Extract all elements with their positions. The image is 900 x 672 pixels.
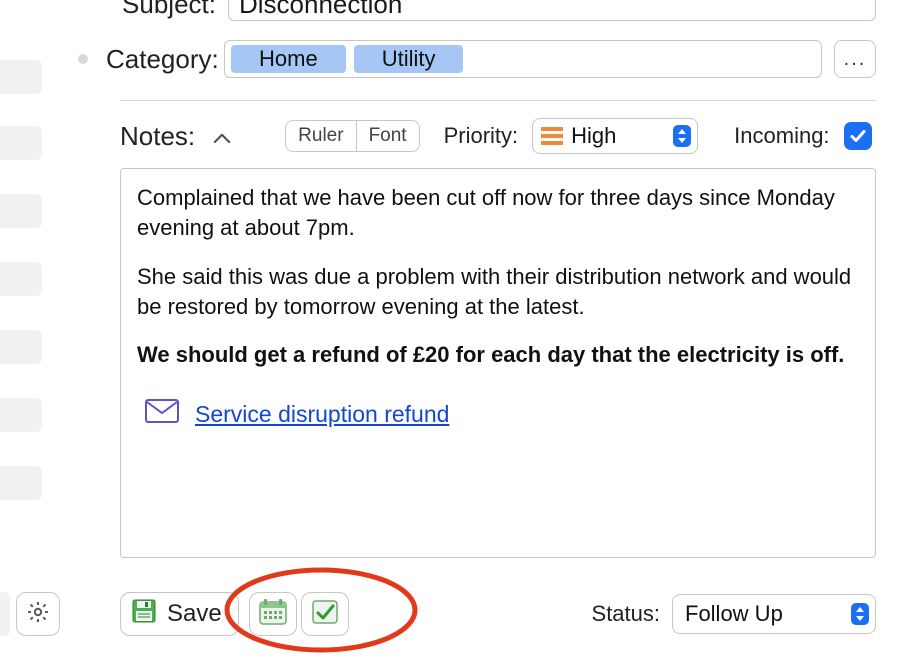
priority-high-icon — [541, 127, 563, 145]
notes-attachment-row: Service disruption refund — [137, 399, 859, 431]
subject-label: Subject: — [58, 0, 228, 20]
ruler-button[interactable]: Ruler — [286, 121, 355, 151]
checkmark-note-icon — [310, 598, 340, 631]
incoming-checkbox[interactable] — [844, 122, 872, 150]
bottom-toolbar: Save — [0, 590, 876, 638]
notes-textarea[interactable]: Complained that we have been cut off now… — [120, 168, 876, 558]
category-more-button[interactable]: ... — [834, 40, 876, 78]
notes-paragraph-1: Complained that we have been cut off now… — [137, 183, 859, 244]
calendar-button[interactable] — [249, 592, 297, 636]
category-indicator-dot — [78, 54, 88, 64]
status-select[interactable]: Follow Up — [672, 594, 876, 634]
notes-header-row: Notes: Ruler Font Priority: High Incomin… — [120, 118, 876, 154]
left-rail — [0, 0, 58, 672]
chevron-up-icon[interactable] — [213, 131, 231, 141]
main-panel: Subject: Category: Home Utility ... Note… — [58, 0, 900, 672]
divider — [120, 100, 876, 101]
dropdown-arrows-icon — [851, 603, 869, 625]
incoming-label: Incoming: — [734, 123, 829, 149]
ellipsis-icon: ... — [844, 48, 867, 71]
subject-row: Subject: — [58, 0, 876, 22]
text-format-segmented: Ruler Font — [285, 120, 419, 152]
priority-label: Priority: — [444, 123, 519, 149]
status-wrap: Status: Follow Up — [592, 594, 876, 634]
status-value: Follow Up — [685, 601, 851, 627]
category-tag-utility[interactable]: Utility — [354, 45, 464, 73]
subject-input[interactable] — [228, 0, 876, 21]
settings-button[interactable] — [16, 592, 60, 636]
status-label: Status: — [592, 601, 660, 627]
floppy-disk-icon — [131, 598, 157, 631]
task-button[interactable] — [301, 592, 349, 636]
notes-paragraph-3: We should get a refund of £20 for each d… — [137, 340, 859, 370]
category-tag-home[interactable]: Home — [231, 45, 346, 73]
notes-paragraph-2: She said this was due a problem with the… — [137, 262, 859, 323]
font-button[interactable]: Font — [356, 121, 419, 151]
save-button-label: Save — [167, 600, 222, 628]
category-row: Category: Home Utility ... — [58, 40, 876, 78]
gear-icon — [26, 600, 50, 629]
refund-link[interactable]: Service disruption refund — [195, 399, 449, 431]
calendar-icon — [258, 598, 288, 631]
mail-icon — [145, 399, 179, 431]
category-field[interactable]: Home Utility — [224, 40, 822, 78]
dropdown-arrows-icon — [673, 125, 691, 147]
save-button[interactable]: Save — [120, 592, 239, 636]
notes-label: Notes: — [120, 121, 195, 152]
category-label: Category: — [106, 44, 224, 75]
priority-value: High — [571, 123, 665, 149]
priority-select[interactable]: High — [532, 118, 698, 154]
